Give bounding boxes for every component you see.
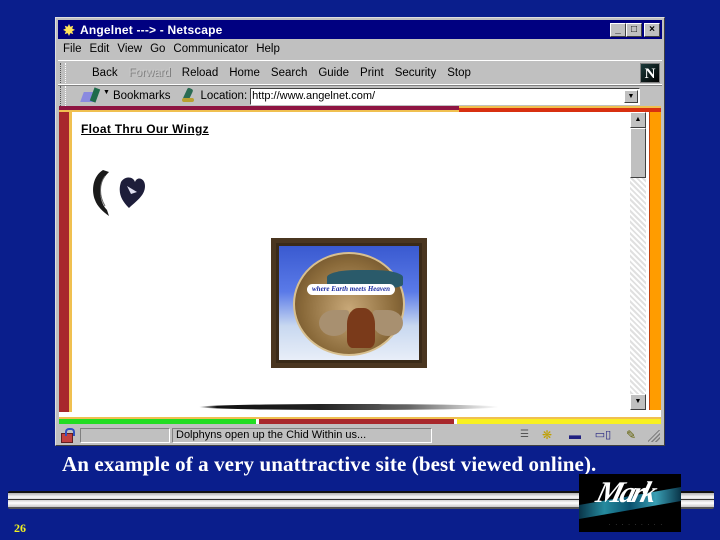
home-button[interactable]: Home [229, 67, 260, 79]
print-button[interactable]: Print [360, 67, 384, 79]
vertical-scrollbar[interactable]: ▲ ▼ [630, 112, 646, 410]
page-heading-link[interactable]: Float Thru Our Wingz [81, 122, 209, 136]
bookmarks-button[interactable]: Bookmarks [113, 90, 171, 102]
status-text: Dolphyns open up the Chid Within us... [172, 427, 432, 443]
menu-communicator[interactable]: Communicator [173, 43, 248, 55]
frame-border-bottom-red [259, 419, 454, 424]
location-label: Location: [200, 90, 248, 102]
security-lock-icon[interactable] [60, 428, 76, 443]
slide-caption: An example of a very unattractive site (… [62, 452, 597, 476]
brush-stroke-divider [199, 404, 499, 410]
menu-help[interactable]: Help [256, 43, 280, 55]
security-button[interactable]: Security [395, 67, 437, 79]
guide-button[interactable]: Guide [318, 67, 349, 79]
page-proxy-icon[interactable] [182, 88, 196, 104]
location-dropdown-icon[interactable]: ▼ [624, 89, 638, 103]
location-toolbar: ▼ Bookmarks Location: http://www.angelne… [58, 84, 662, 107]
navigation-toolbar: Back Forward Reload Home Search Guide Pr… [58, 60, 662, 86]
location-input[interactable]: http://www.angelnet.com/ ▼ [250, 87, 640, 105]
discussion-icon[interactable]: ▭▯ [594, 428, 612, 442]
bookmarks-icon[interactable] [82, 88, 102, 104]
toolbar-grip[interactable] [60, 63, 66, 83]
slide-number: 26 [14, 521, 26, 535]
scroll-up-icon[interactable]: ▲ [630, 112, 646, 128]
logo-signature: Mark [592, 476, 658, 509]
scroll-down-icon[interactable]: ▼ [630, 394, 646, 410]
netscape-logo[interactable]: N [640, 63, 660, 83]
forward-button[interactable]: Forward [129, 67, 171, 79]
menu-bar: File Edit View Go Communicator Help [60, 40, 660, 58]
mail-icon[interactable]: ▬ [566, 428, 584, 442]
location-value[interactable]: http://www.angelnet.com/ [252, 90, 375, 102]
stop-button[interactable]: Stop [447, 67, 471, 79]
company-logo: Mark · · · · · · · · · [579, 474, 681, 532]
minimize-button[interactable]: _ [610, 22, 626, 37]
composer-icon[interactable]: ✎ [622, 428, 640, 442]
frame-border-bottom-yellow [457, 419, 661, 424]
frame-border-right [649, 112, 661, 410]
maximize-button[interactable]: □ [626, 22, 642, 37]
menu-file[interactable]: File [63, 43, 82, 55]
window-title: Angelnet ---> - Netscape [80, 22, 223, 37]
title-bar[interactable]: ✸ Angelnet ---> - Netscape _ □ × [58, 20, 662, 39]
netscape-app-icon: ✸ [63, 21, 75, 38]
resize-grip-icon[interactable] [648, 430, 660, 442]
angel-banner-image[interactable]: where Earth meets Heaven [271, 238, 427, 368]
menu-go[interactable]: Go [150, 43, 165, 55]
bookmarks-dropdown-arrow-icon[interactable]: ▼ [103, 89, 110, 96]
menu-view[interactable]: View [117, 43, 142, 55]
component-bar-icon[interactable]: ☰ [520, 428, 529, 442]
status-bar: Dolphyns open up the Chid Within us... ☰… [58, 426, 662, 444]
search-button[interactable]: Search [271, 67, 307, 79]
frame-border-bottom-green [59, 419, 256, 424]
browser-window: ✸ Angelnet ---> - Netscape _ □ × File Ed… [55, 17, 665, 446]
frame-border-top-left-inner [59, 110, 459, 112]
dolphin-heart-image [93, 170, 145, 216]
reload-button[interactable]: Reload [182, 67, 218, 79]
menu-edit[interactable]: Edit [90, 43, 110, 55]
frame-border-left [59, 112, 69, 412]
frame-border-left-inner [69, 112, 72, 412]
scrollbar-thumb[interactable] [630, 128, 646, 178]
close-button[interactable]: × [644, 22, 660, 37]
back-button[interactable]: Back [92, 67, 118, 79]
progress-field [80, 427, 170, 443]
banner-text: where Earth meets Heaven [307, 284, 395, 295]
navigator-icon[interactable]: ❋ [538, 428, 556, 442]
location-toolbar-grip[interactable] [60, 86, 66, 106]
page-content: Float Thru Our Wingz where Earth meets H… [59, 106, 661, 424]
